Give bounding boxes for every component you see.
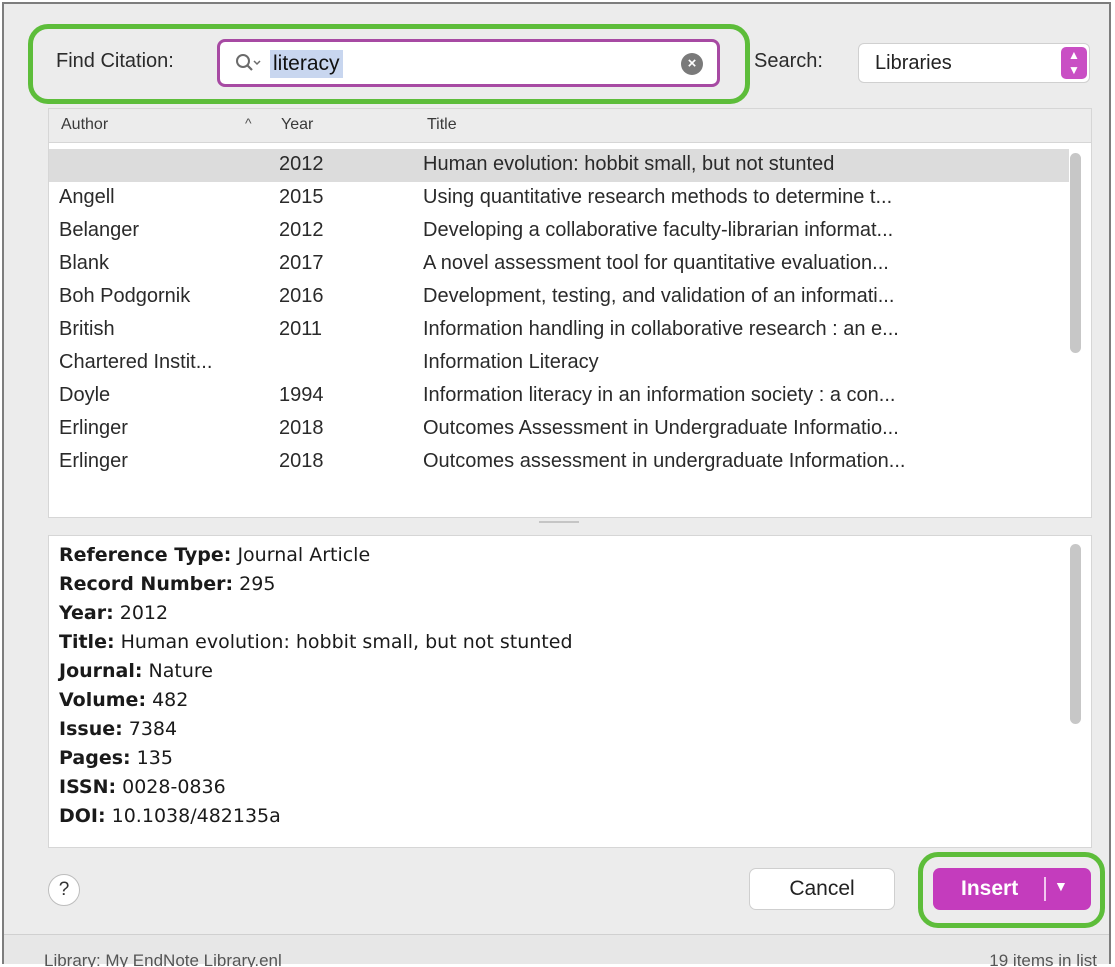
preview-year: Year: 2012 xyxy=(59,602,169,624)
cell-title: Outcomes assessment in undergraduate Inf… xyxy=(423,450,906,472)
cancel-button[interactable]: Cancel xyxy=(749,868,895,910)
cell-year: 2012 xyxy=(279,219,324,241)
item-count-status: 19 items in list xyxy=(989,951,1097,967)
reference-preview: Reference Type: Journal Article Record N… xyxy=(48,535,1092,848)
table-row[interactable]: Erlinger 2018 Outcomes Assessment in Und… xyxy=(49,413,1069,446)
preview-volume: Volume: 482 xyxy=(59,689,189,711)
table-row[interactable]: Erlinger 2018 Outcomes assessment in und… xyxy=(49,446,1069,479)
table-header: Author ^ Year Title xyxy=(49,109,1091,143)
cell-author: Blank xyxy=(59,252,110,274)
table-scrollbar[interactable] xyxy=(1070,153,1081,353)
preview-doi: DOI: 10.1038/482135a xyxy=(59,805,281,827)
cell-title: Information handling in collaborative re… xyxy=(423,318,899,340)
cell-author: Erlinger xyxy=(59,450,128,472)
cell-title: Developing a collaborative faculty-libra… xyxy=(423,219,894,241)
preview-pages: Pages: 135 xyxy=(59,747,173,769)
cell-author: British xyxy=(59,318,115,340)
cell-title: Development, testing, and validation of … xyxy=(423,285,895,307)
sort-ascending-icon: ^ xyxy=(245,115,252,131)
table-row[interactable]: Boh Podgornik 2016 Development, testing,… xyxy=(49,281,1069,314)
table-row[interactable]: Doyle 1994 Information literacy in an in… xyxy=(49,380,1069,413)
cell-year: 2015 xyxy=(279,186,324,208)
library-name-status: Library: My EndNote Library.enl xyxy=(44,951,282,967)
cell-title: A novel assessment tool for quantitative… xyxy=(423,252,889,274)
table-row[interactable]: Chartered Instit... Information Literacy xyxy=(49,347,1069,380)
table-body: 2012 Human evolution: hobbit small, but … xyxy=(49,149,1069,479)
insert-highlight-ring xyxy=(918,852,1105,928)
cell-author: Belanger xyxy=(59,219,140,241)
cell-title: Information literacy in an information s… xyxy=(423,384,896,406)
column-header-author[interactable]: Author xyxy=(61,116,108,134)
cell-title: Using quantitative research methods to d… xyxy=(423,186,893,208)
preview-reference-type: Reference Type: Journal Article xyxy=(59,544,371,566)
cell-title: Outcomes Assessment in Undergraduate Inf… xyxy=(423,417,899,439)
pane-splitter-handle[interactable] xyxy=(539,521,579,527)
cell-year: 2012 xyxy=(279,153,324,175)
table-row[interactable]: 2012 Human evolution: hobbit small, but … xyxy=(49,149,1069,182)
status-bar: Library: My EndNote Library.enl 19 items… xyxy=(4,934,1109,967)
results-table: Author ^ Year Title 2012 Human evolution… xyxy=(48,108,1092,518)
table-row[interactable]: Blank 2017 A novel assessment tool for q… xyxy=(49,248,1069,281)
cell-author: Doyle xyxy=(59,384,111,406)
preview-journal: Journal: Nature xyxy=(59,660,213,682)
cell-title: Human evolution: hobbit small, but not s… xyxy=(423,153,835,175)
table-row[interactable]: Belanger 2012 Developing a collaborative… xyxy=(49,215,1069,248)
search-scope-label: Search: xyxy=(754,50,823,72)
search-highlight-ring xyxy=(28,24,750,104)
cell-year: 1994 xyxy=(279,384,324,406)
cell-year: 2018 xyxy=(279,417,324,439)
cell-title: Information Literacy xyxy=(423,351,599,373)
table-row[interactable]: British 2011 Information handling in col… xyxy=(49,314,1069,347)
column-header-year[interactable]: Year xyxy=(281,116,313,134)
preview-title: Title: Human evolution: hobbit small, bu… xyxy=(59,631,573,653)
dropdown-arrow-icon[interactable]: ▲ ▼ xyxy=(1061,47,1087,79)
find-citation-dialog: Find Citation: literacy × Search: Librar… xyxy=(2,2,1111,967)
preview-issue: Issue: 7384 xyxy=(59,718,178,740)
search-scope-select[interactable]: Libraries ▲ ▼ xyxy=(858,43,1090,83)
cell-author: Erlinger xyxy=(59,417,128,439)
cell-year: 2011 xyxy=(279,318,323,340)
preview-scrollbar[interactable] xyxy=(1070,544,1081,724)
cell-author: Angell xyxy=(59,186,115,208)
cell-author: Chartered Instit... xyxy=(59,351,213,373)
help-button[interactable]: ? xyxy=(48,874,80,906)
table-row[interactable]: Angell 2015 Using quantitative research … xyxy=(49,182,1069,215)
cell-year: 2016 xyxy=(279,285,324,307)
search-scope-value: Libraries xyxy=(875,52,952,74)
column-header-title[interactable]: Title xyxy=(427,116,457,134)
preview-issn: ISSN: 0028-0836 xyxy=(59,776,226,798)
cell-author: Boh Podgornik xyxy=(59,285,191,307)
cell-year: 2018 xyxy=(279,450,324,472)
cell-year: 2017 xyxy=(279,252,324,274)
preview-record-number: Record Number: 295 xyxy=(59,573,276,595)
